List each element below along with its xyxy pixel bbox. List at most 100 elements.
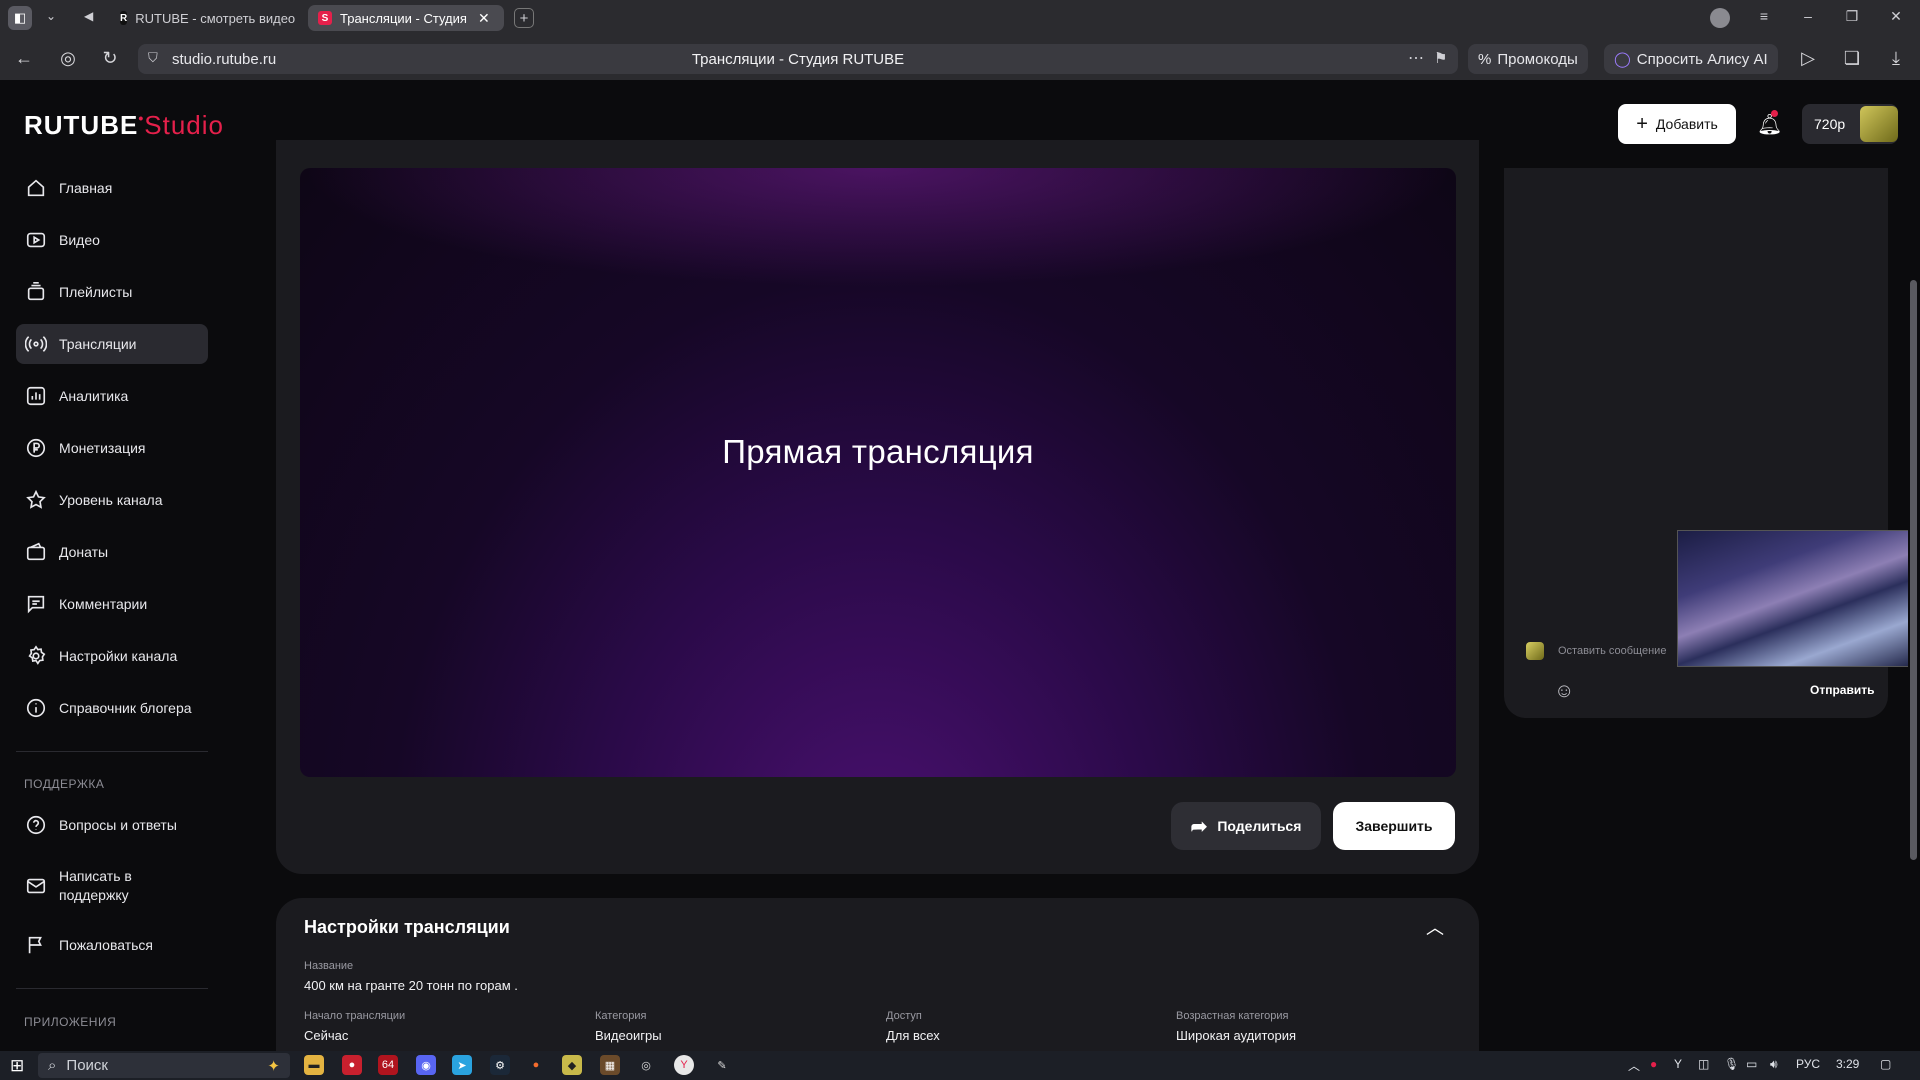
gear-icon <box>25 645 47 667</box>
sidebar-item-faq[interactable]: Вопросы и ответы <box>16 805 208 845</box>
yandex-protect-icon[interactable]: ◎ <box>58 48 78 69</box>
windows-start-icon[interactable]: ⊞ <box>10 1056 24 1076</box>
url-field[interactable]: ⛉ studio.rutube.ru Трансляции - Студия R… <box>138 44 1458 74</box>
tray-icon[interactable]: ● <box>1650 1057 1657 1071</box>
sidebar-item-label: Вопросы и ответы <box>59 817 177 833</box>
collections-icon[interactable]: ❏ <box>1842 48 1862 69</box>
finish-button[interactable]: Завершить <box>1333 802 1455 850</box>
name-value: 400 км на гранте 20 тонн по горам . <box>304 978 518 993</box>
user-avatar[interactable] <box>1860 106 1898 142</box>
bookmark-icon[interactable]: ⚑ <box>1434 49 1447 67</box>
obs-icon[interactable]: ◎ <box>636 1055 656 1075</box>
playlist-icon <box>25 281 47 303</box>
close-tab-icon[interactable]: ✕ <box>478 10 490 27</box>
promo-label: Промокоды <box>1497 50 1578 68</box>
sidebar-item-home[interactable]: Главная <box>16 168 208 208</box>
send-button[interactable]: Отправить <box>1810 683 1874 697</box>
tab-studio[interactable]: S Трансляции - Студия RUTUBE ✕ <box>308 5 504 31</box>
telegram-icon[interactable]: ➤ <box>452 1055 472 1075</box>
collapse-chevron-icon[interactable]: ︿ <box>1426 914 1444 940</box>
picture-in-picture-preview[interactable] <box>1677 530 1920 667</box>
language-indicator[interactable]: РУС <box>1796 1057 1820 1071</box>
origin-icon[interactable]: ● <box>526 1055 546 1075</box>
add-button[interactable]: + Добавить <box>1618 104 1736 144</box>
rutube-studio-logo[interactable]: RUTUBE•Studio <box>24 110 224 141</box>
close-window-icon[interactable]: ✕ <box>1886 8 1906 25</box>
settings-title: Настройки трансляции <box>304 917 510 937</box>
restore-icon[interactable]: ❐ <box>1842 8 1862 25</box>
sidebar-item-label: Справочник блогера <box>59 700 192 716</box>
sidebar-item-report[interactable]: Пожаловаться <box>16 925 208 965</box>
tray-yandex-icon[interactable]: Y <box>1674 1057 1682 1071</box>
mail-icon <box>25 875 47 897</box>
browser-menu-icon[interactable]: ◧ <box>8 6 32 30</box>
browser-menu-icon[interactable]: ≡ <box>1754 8 1774 24</box>
sidebar-item-comments[interactable]: Комментарии <box>16 584 208 624</box>
aida64-icon[interactable]: 64 <box>378 1055 398 1075</box>
streaming-app-icon[interactable]: ✎ <box>712 1055 732 1075</box>
resolution-badge[interactable]: 720p <box>1802 104 1898 144</box>
sidebar-item-broadcasts[interactable]: Трансляции <box>16 324 208 364</box>
sidebar-item-channel-level[interactable]: Уровень канала <box>16 480 208 520</box>
sidebar-item-blogger-guide[interactable]: Справочник блогера <box>16 688 208 728</box>
discord-icon[interactable]: ◉ <box>416 1055 436 1075</box>
sidebar-item-analytics[interactable]: Аналитика <box>16 376 208 416</box>
plus-icon: + <box>1636 112 1648 135</box>
share-button[interactable]: ➦ Поделиться <box>1171 802 1321 850</box>
sidebar-item-playlists[interactable]: Плейлисты <box>16 272 208 312</box>
new-tab-button[interactable]: + <box>514 8 534 28</box>
sidebar-item-write-support[interactable]: Написать в поддержку <box>16 864 208 908</box>
volume-icon[interactable]: 🔊︎ <box>1770 1057 1778 1072</box>
network-icon[interactable]: ▭ <box>1746 1057 1757 1071</box>
reload-icon[interactable]: ↻ <box>100 48 120 69</box>
tab-list-chevron-icon[interactable]: ⌄ <box>46 9 56 23</box>
clock[interactable]: 3:29 <box>1836 1057 1859 1071</box>
taskbar-search[interactable]: ⌕ Поиск ✦ <box>38 1053 290 1078</box>
apps-section-title: ПРИЛОЖЕНИЯ <box>24 1015 117 1029</box>
logo-studio: Studio <box>144 110 224 140</box>
taskbar-search-label: Поиск <box>66 1057 108 1074</box>
sidebar-item-monetization[interactable]: Монетизация <box>16 428 208 468</box>
more-icon[interactable]: ⋯ <box>1408 48 1424 68</box>
scrollbar-thumb[interactable] <box>1910 280 1917 860</box>
sidebar-divider <box>16 751 208 752</box>
sidebar-item-donations[interactable]: Донаты <box>16 532 208 572</box>
microphone-icon[interactable]: 🎙︎ <box>1724 1057 1739 1071</box>
age-label: Возрастная категория <box>1176 1010 1289 1022</box>
sidebar-item-channel-settings[interactable]: Настройки канала <box>16 636 208 676</box>
percent-icon: % <box>1478 50 1492 68</box>
back-icon[interactable]: ← <box>14 48 34 69</box>
game-icon[interactable]: ◆ <box>562 1055 582 1075</box>
start-value: Сейчас <box>304 1028 349 1043</box>
mute-tab-icon[interactable]: ◀ <box>84 9 93 23</box>
game-launcher-icon[interactable]: ▦ <box>600 1055 620 1075</box>
yandex-browser-icon[interactable]: Y <box>674 1055 694 1075</box>
emoji-icon[interactable]: ☺ <box>1554 680 1574 703</box>
stream-preview[interactable]: Прямая трансляция <box>300 168 1456 777</box>
category-value: Видеоигры <box>595 1028 662 1043</box>
red-app-icon[interactable]: ● <box>342 1055 362 1075</box>
file-explorer-icon[interactable]: ▬ <box>304 1055 324 1075</box>
resolution-label: 720p <box>1814 116 1846 132</box>
steam-icon[interactable]: ⚙ <box>490 1055 510 1075</box>
download-icon[interactable]: ⤓ <box>1886 48 1906 69</box>
sidebar-item-label: Монетизация <box>59 440 146 456</box>
chat-user-avatar <box>1526 642 1544 660</box>
tab-rutube[interactable]: R RUTUBE - смотреть видео <box>110 5 298 31</box>
sidebar-item-video[interactable]: Видео <box>16 220 208 260</box>
alice-button[interactable]: ◯ Спросить Алису AI <box>1604 44 1778 74</box>
profile-avatar[interactable] <box>1710 8 1730 28</box>
promo-button[interactable]: % Промокоды <box>1468 44 1588 74</box>
notification-bell-icon[interactable]: 🔔︎ <box>1757 110 1782 137</box>
video-icon <box>25 229 47 251</box>
minimize-icon[interactable]: – <box>1798 8 1818 24</box>
broadcast-icon <box>25 333 47 355</box>
stream-settings-card: Настройки трансляции ︿ Название 400 км н… <box>276 898 1479 1058</box>
tray-app-icon[interactable]: ◫ <box>1698 1057 1709 1071</box>
notifications-icon[interactable]: ▢ <box>1880 1057 1891 1071</box>
tray-chevron-icon[interactable]: ︿ <box>1628 1057 1640 1074</box>
question-icon <box>25 814 47 836</box>
sidebar-item-label: Трансляции <box>59 336 137 352</box>
video-player-icon[interactable]: ▷ <box>1798 48 1818 69</box>
sidebar-item-label: Пожаловаться <box>59 937 154 953</box>
